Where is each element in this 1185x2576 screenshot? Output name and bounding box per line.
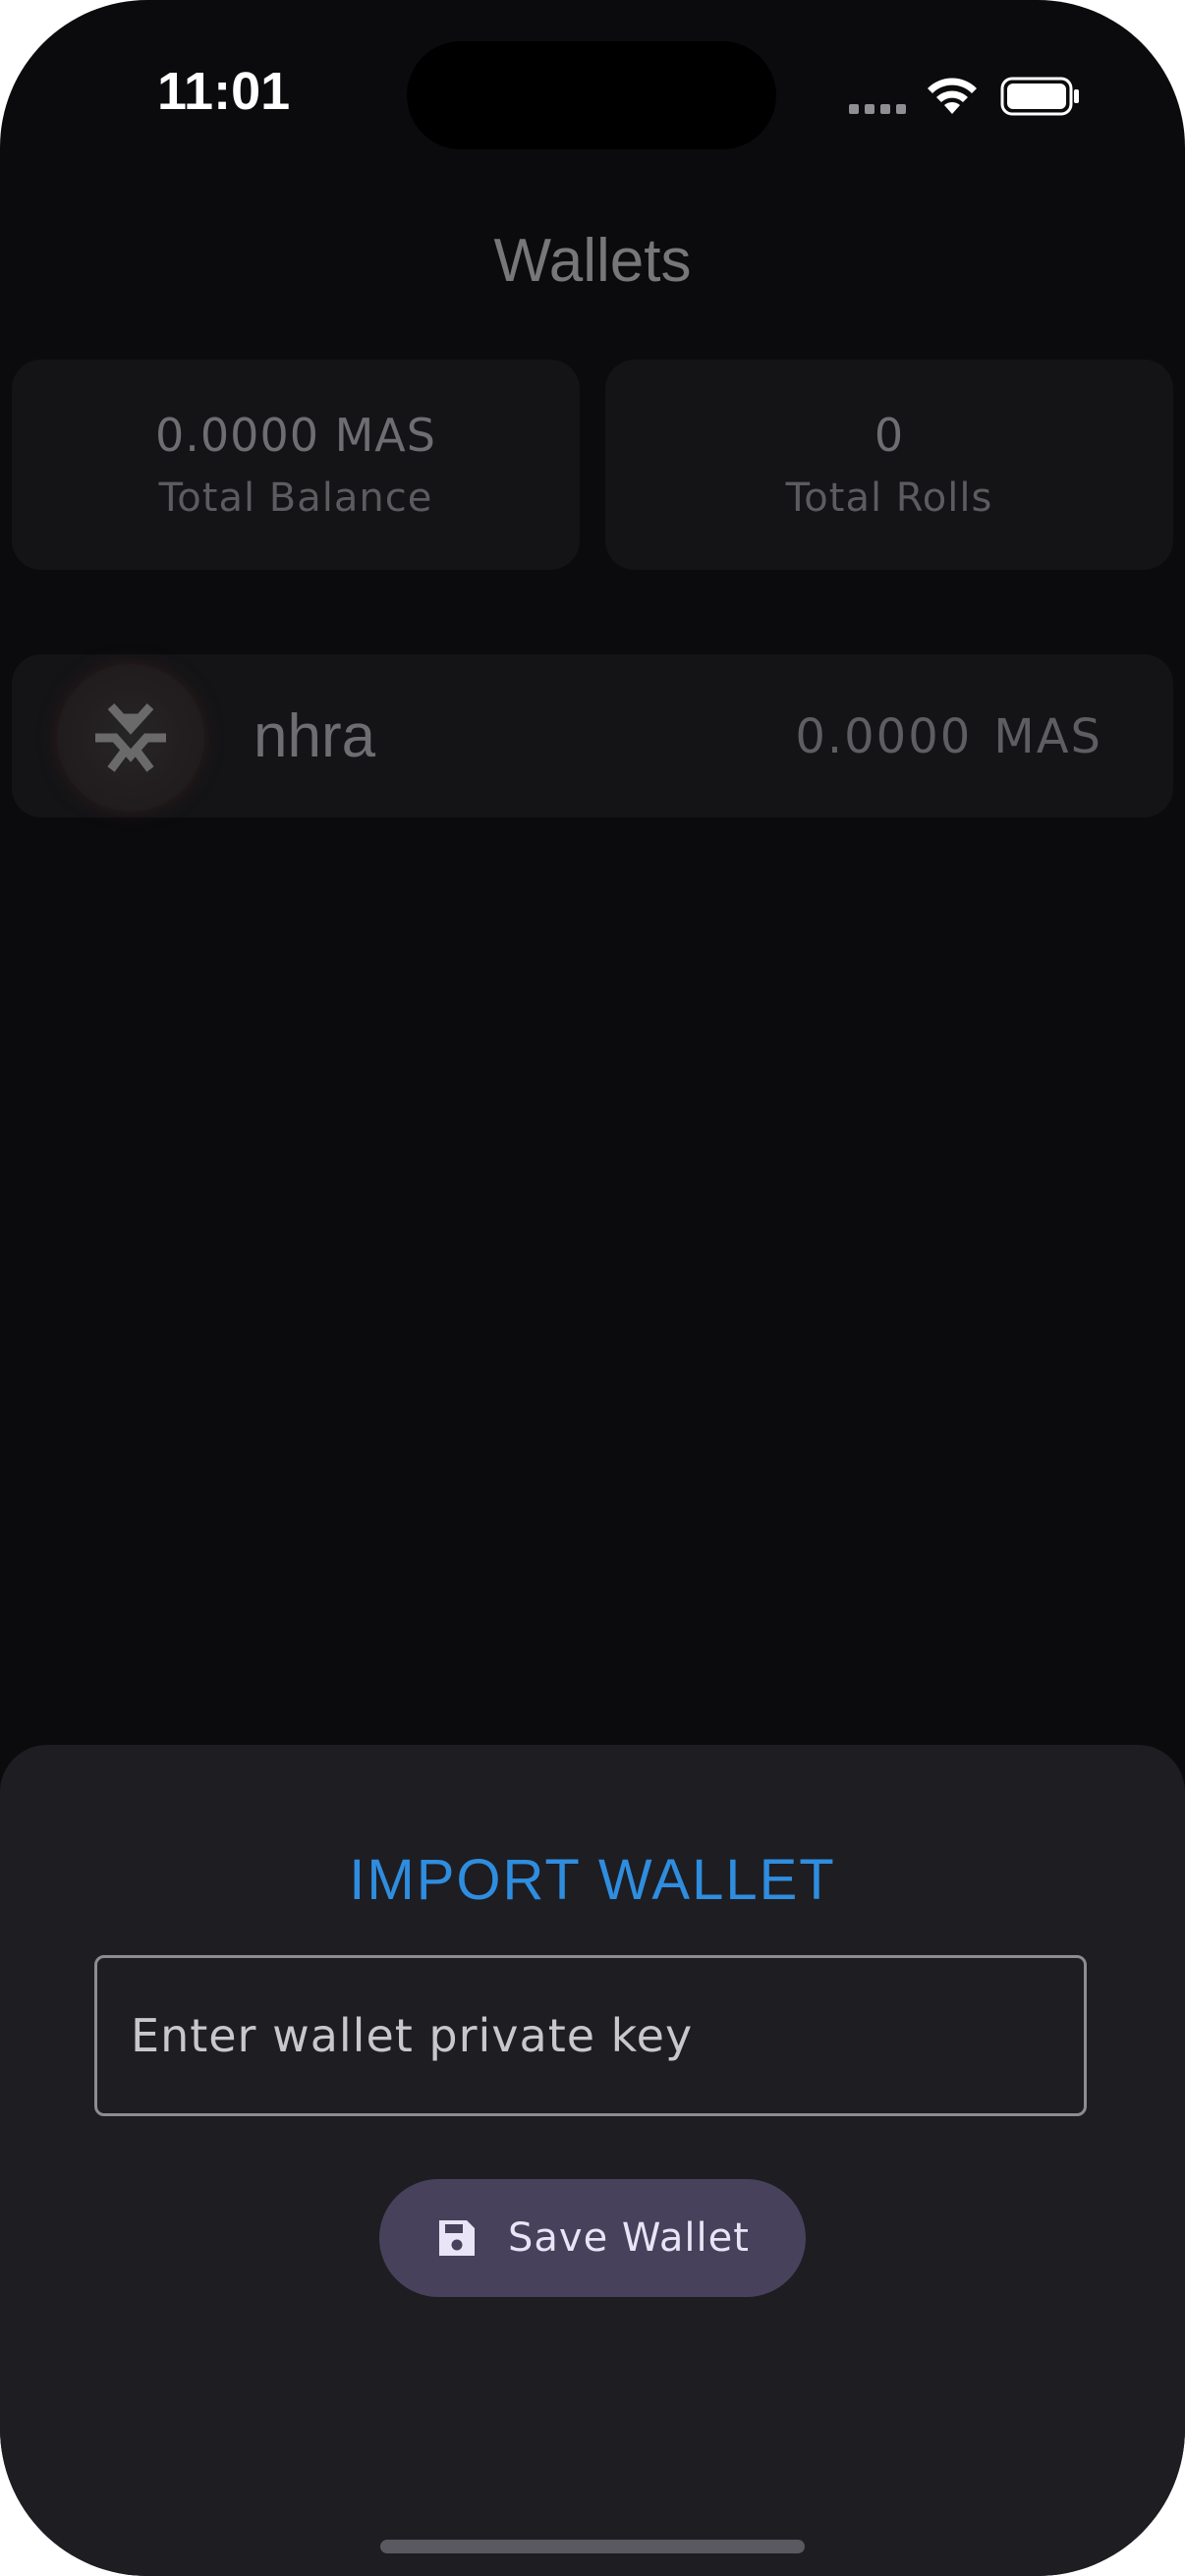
page-title: Wallets <box>493 227 692 295</box>
wifi-icon <box>928 78 977 114</box>
home-indicator[interactable] <box>380 2540 805 2553</box>
massa-logo-icon <box>95 702 166 772</box>
wallet-balance-unit: MAS <box>993 709 1102 764</box>
total-rolls-label: Total Rolls <box>785 476 993 521</box>
total-rolls-card: 0 Total Rolls <box>605 360 1173 570</box>
import-wallet-sheet: IMPORT WALLET Save Wallet <box>0 1745 1185 2576</box>
wallet-name: nhra <box>254 702 376 770</box>
phone-screen: 11:01 Wallets 0.0000 MAS Total Balance 0… <box>0 0 1185 2576</box>
total-balance-card: 0.0000 MAS Total Balance <box>12 360 580 570</box>
floppy-disk-icon <box>439 2220 476 2256</box>
wallet-list-item[interactable]: nhra 0.0000 MAS <box>12 654 1173 817</box>
total-balance-label: Total Balance <box>158 476 433 521</box>
total-rolls-value: 0 <box>874 409 905 462</box>
status-bar: 11:01 <box>0 0 1185 196</box>
sheet-title: IMPORT WALLET <box>349 1848 836 1912</box>
total-balance-value: 0.0000 MAS <box>155 409 436 462</box>
wallet-balance: 0.0000 MAS <box>795 709 1102 764</box>
save-wallet-label: Save Wallet <box>508 2215 750 2261</box>
cellular-dots-icon <box>849 104 906 114</box>
wallet-avatar <box>57 664 204 812</box>
private-key-input[interactable] <box>94 1955 1087 2116</box>
save-wallet-button[interactable]: Save Wallet <box>379 2179 806 2297</box>
wallet-balance-amount: 0.0000 <box>795 709 973 764</box>
battery-icon <box>1000 77 1079 116</box>
status-time: 11:01 <box>157 62 291 121</box>
dynamic-island <box>407 41 776 149</box>
